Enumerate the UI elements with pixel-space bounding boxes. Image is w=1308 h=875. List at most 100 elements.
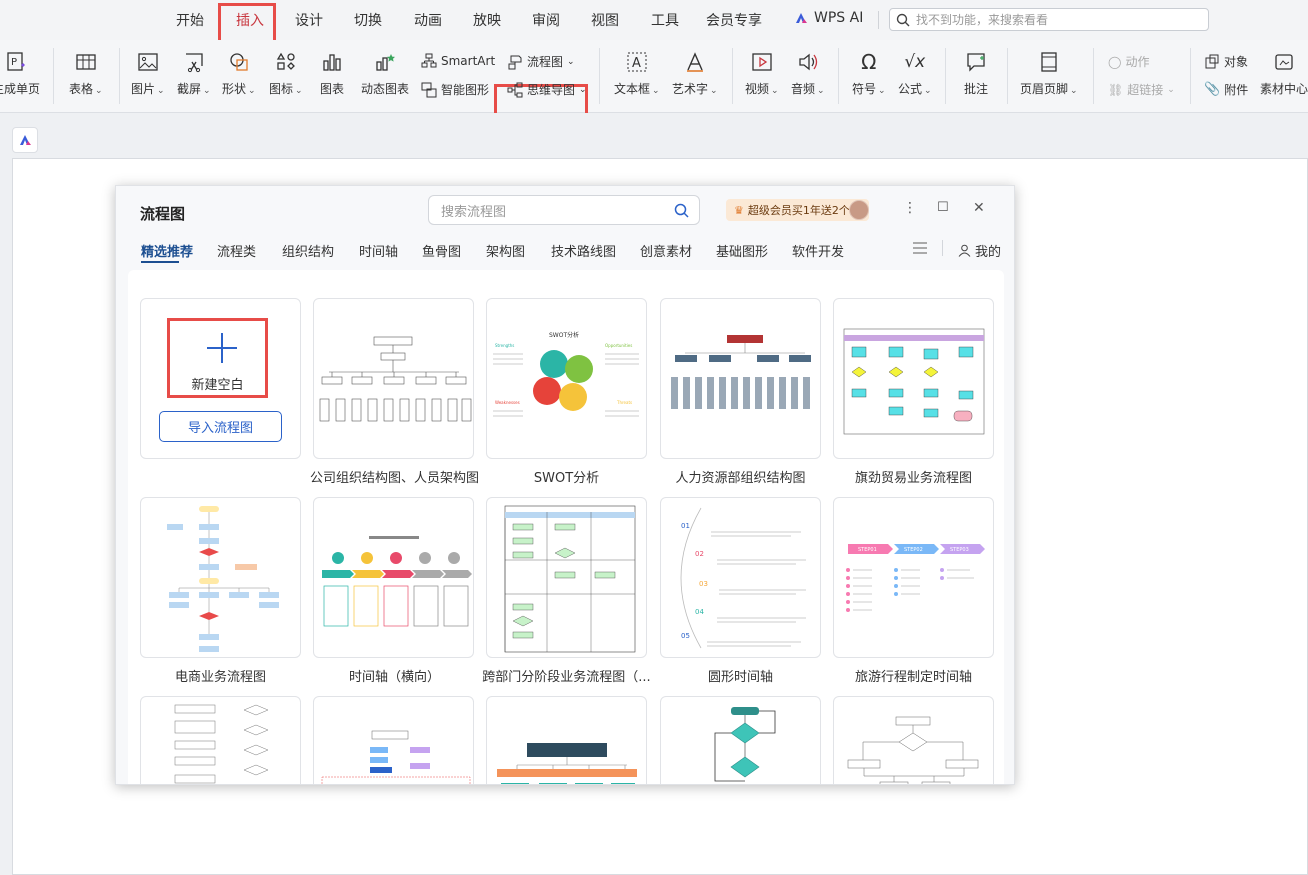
formula-button[interactable]: √x 公式 ⌄ [898, 50, 932, 97]
generate-page-icon: P [4, 50, 28, 74]
org-chart-thumbnail [319, 336, 472, 422]
vip-promo-badge[interactable]: ♛ 超级会员买1年送2个月 [726, 199, 869, 221]
template-card[interactable]: SWOT分析 Strengths Opportunities Weaknesse… [486, 298, 647, 459]
tab-creative[interactable]: 创意素材 [640, 241, 692, 260]
object-label: 对象 [1224, 55, 1249, 69]
symbol-button[interactable]: Ω 符号 ⌄ [852, 50, 886, 97]
step-label-1: STEP01 [858, 547, 877, 553]
new-blank-card[interactable]: 新建空白 导入流程图 [140, 298, 301, 459]
smart-shape-icon [421, 82, 437, 97]
wps-ai-float-button[interactable] [12, 127, 38, 153]
template-card[interactable] [313, 298, 474, 459]
screenshot-icon [182, 50, 206, 74]
menu-design[interactable]: 设计 [295, 10, 323, 30]
template-card[interactable]: STEP01 STEP02 STEP03 [833, 497, 994, 658]
tab-featured[interactable]: 精选推荐 [141, 241, 193, 260]
template-card[interactable] [660, 696, 821, 784]
smart-shape-button[interactable]: 智能图形 [421, 81, 489, 98]
smartart-label: SmartArt [441, 54, 496, 68]
smartart-button[interactable]: SmartArt [421, 53, 495, 69]
wordart-icon [683, 50, 707, 74]
symbol-label: 符号 [852, 82, 877, 96]
more-options-icon[interactable]: ⋮ [903, 200, 917, 216]
tab-fishbone[interactable]: 鱼骨图 [422, 241, 461, 260]
menu-slideshow[interactable]: 放映 [473, 10, 501, 30]
template-title: 旅游行程制定时间轴 [854, 670, 972, 685]
step-label-2: STEP02 [904, 547, 923, 553]
template-card[interactable] [140, 696, 301, 784]
chart-button[interactable]: 图表 [320, 50, 344, 97]
new-blank-highlight-box: 新建空白 [167, 318, 268, 398]
template-card[interactable] [486, 497, 647, 658]
ribbon-separator [1007, 48, 1008, 104]
menu-review[interactable]: 审阅 [532, 10, 560, 30]
chevron-down-icon: ⌄ [567, 56, 575, 67]
smartart-icon [421, 53, 437, 68]
menu-member[interactable]: 会员专享 [706, 10, 762, 30]
picture-button[interactable]: 图片 ⌄ [131, 50, 165, 97]
close-icon[interactable]: ✕ [973, 200, 985, 216]
chevron-down-icon: ⌄ [652, 86, 660, 96]
hyperlink-button[interactable]: ⛓ 超链接 ⌄ [1108, 81, 1175, 98]
attachment-button[interactable]: 📎 附件 [1204, 81, 1248, 98]
search-icon[interactable] [674, 203, 689, 218]
import-flowchart-button[interactable]: 导入流程图 [159, 411, 282, 442]
tab-software[interactable]: 软件开发 [792, 241, 844, 260]
header-footer-icon [1037, 50, 1061, 74]
flowchart-button[interactable]: 流程图 ⌄ [507, 53, 575, 70]
svg-text:A: A [632, 56, 641, 71]
tab-architecture[interactable]: 架构图 [486, 241, 525, 260]
menu-start[interactable]: 开始 [176, 10, 204, 30]
template-card[interactable] [313, 696, 474, 784]
material-center-button[interactable]: 素材中心 [1260, 50, 1308, 97]
wordart-button[interactable]: 艺术字 ⌄ [672, 50, 718, 97]
icon-library-button[interactable]: 图标 ⌄ [269, 50, 303, 97]
menu-list-icon[interactable] [913, 242, 927, 254]
shape-button[interactable]: 形状 ⌄ [222, 50, 256, 97]
generate-page-button[interactable]: P 生成单页 [0, 50, 40, 97]
tree-structure-thumbnail [497, 743, 637, 784]
template-card[interactable] [486, 696, 647, 784]
textbox-button[interactable]: A 文本框 ⌄ [614, 50, 660, 97]
hyperlink-label: 超链接 [1127, 83, 1164, 97]
menu-transition[interactable]: 切换 [354, 10, 382, 30]
mindmap-button[interactable]: 思维导图 ⌄ [507, 81, 587, 98]
tab-tech-roadmap[interactable]: 技术路线图 [551, 241, 616, 260]
maximize-icon[interactable]: ☐ [937, 200, 949, 215]
action-button[interactable]: ◯ 动作 [1108, 53, 1149, 70]
table-button[interactable]: 表格 ⌄ [69, 50, 103, 97]
dynamic-chart-button[interactable]: 动态图表 [361, 50, 409, 97]
template-card[interactable] [833, 298, 994, 459]
menu-view[interactable]: 视图 [591, 10, 619, 30]
audio-button[interactable]: 音频 ⌄ [791, 50, 825, 97]
menu-animation[interactable]: 动画 [414, 10, 442, 30]
tab-timeline[interactable]: 时间轴 [359, 241, 398, 260]
wps-ai-button[interactable]: WPS AI [794, 10, 863, 26]
swot-w-label: Weaknesses [495, 400, 520, 405]
header-footer-button[interactable]: 页眉页脚 ⌄ [1020, 50, 1078, 97]
object-button[interactable]: 对象 [1204, 53, 1248, 70]
flowchart-search-input[interactable]: 搜索流程图 [428, 195, 700, 225]
avatar[interactable] [849, 200, 869, 220]
feature-search-input[interactable]: 找不到功能，来搜索看看 [889, 8, 1209, 31]
screenshot-button[interactable]: 截屏 ⌄ [177, 50, 211, 97]
tab-basic-shapes[interactable]: 基础图形 [716, 241, 768, 260]
template-title: 跨部门分阶段业务流程图（... [482, 670, 651, 685]
comment-button[interactable]: 批注 [964, 50, 988, 97]
template-card[interactable] [660, 298, 821, 459]
icon-library-icon [274, 50, 298, 74]
chevron-down-icon: ⌄ [1167, 84, 1175, 95]
template-card[interactable]: 01 02 03 04 05 [660, 497, 821, 658]
video-button[interactable]: 视频 ⌄ [745, 50, 779, 97]
step-label-3: STEP03 [950, 547, 969, 553]
template-card[interactable] [833, 696, 994, 784]
tab-process[interactable]: 流程类 [217, 241, 256, 260]
ribbon-separator [945, 48, 946, 104]
my-templates-button[interactable]: 我的 [958, 241, 1001, 260]
menu-tools[interactable]: 工具 [651, 10, 679, 30]
template-card[interactable] [313, 497, 474, 658]
template-card[interactable] [140, 497, 301, 658]
tab-org[interactable]: 组织结构 [282, 241, 334, 260]
ribbon-separator [732, 48, 733, 104]
timeline-num-1: 01 [681, 522, 690, 530]
